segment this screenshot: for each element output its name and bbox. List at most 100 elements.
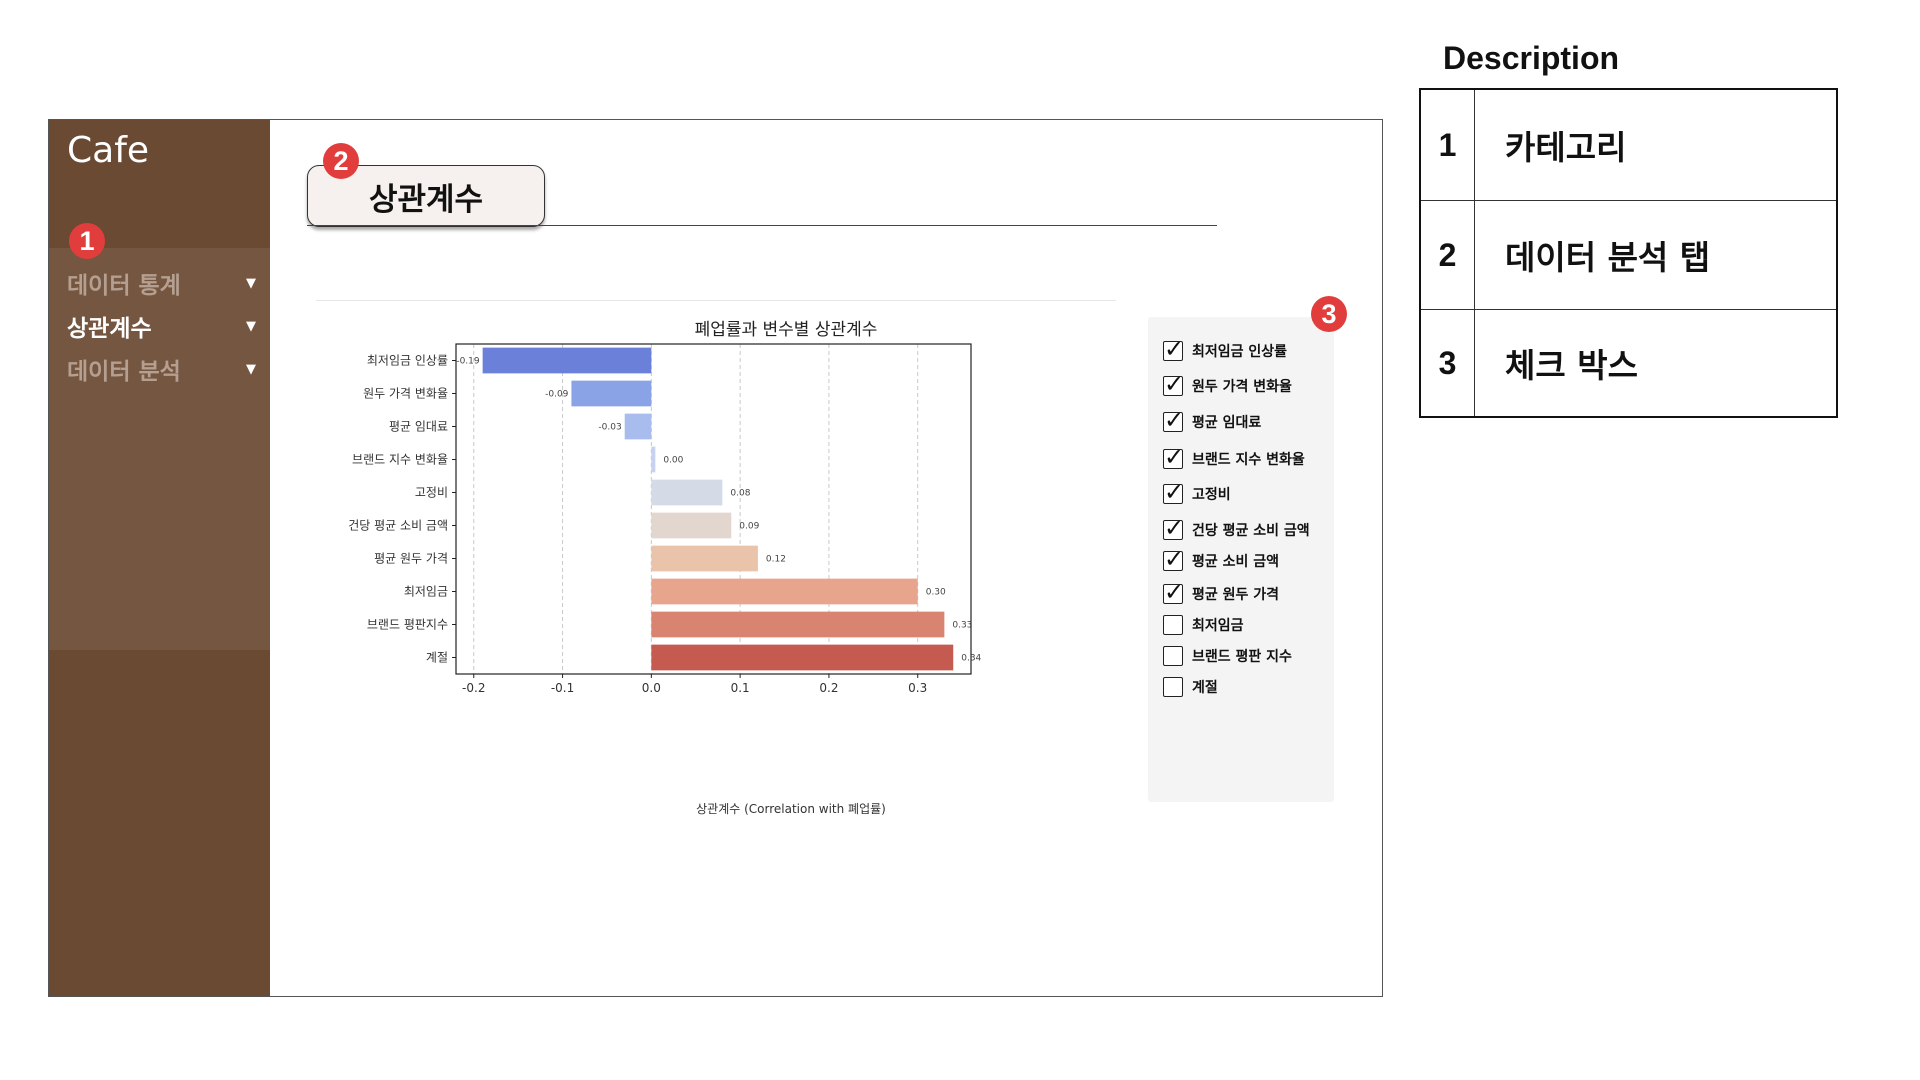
y-tick-label: 원두 가격 변화율 [363,387,448,401]
bar-value-label: -0.19 [456,357,480,367]
chart-bar [571,380,652,407]
checkbox-checked[interactable] [1163,478,1184,506]
checkbox-row[interactable]: 평균 임대료 [1163,406,1262,434]
description-table: 1 카테고리 2 데이터 분석 탭 3 체크 박스 [1419,88,1838,418]
checkbox-checked[interactable] [1163,335,1184,363]
y-tick-label: 계절 [426,651,448,665]
annotation-marker-2: 2 [323,143,359,179]
chart-bar [651,578,918,605]
y-tick-label: 건당 평균 소비 금액 [348,519,448,533]
checkbox-unchecked[interactable] [1163,646,1183,666]
checkbox-row[interactable]: 건당 평균 소비 금액 [1163,514,1310,542]
description-number: 1 [1421,90,1475,200]
checkbox-row[interactable]: 브랜드 평판 지수 [1163,644,1292,668]
chart-bar [651,512,732,539]
checkbox-checked[interactable] [1163,406,1184,434]
sidebar-item-correlation[interactable]: 상관계수 ▼ [67,308,262,344]
sidebar-item-data-analysis[interactable]: 데이터 분석 ▼ [67,351,262,387]
checkbox-row[interactable]: 계절 [1163,675,1218,699]
x-tick-label: 0.2 [819,681,838,695]
sidebar-item-label: 데이터 통계 [67,273,181,299]
checkbox-checked[interactable] [1163,443,1184,471]
chart-title: 폐업률과 변수별 상관계수 [695,320,878,340]
bar-value-label: 0.33 [952,621,972,631]
divider [316,300,1116,301]
checkbox-label: 계절 [1192,680,1218,696]
bar-value-label: 0.30 [926,588,946,598]
description-title: Description [1443,40,1620,76]
main-content: 상관계수 2 폐업률과 변수별 상관계수 -0.19 -0.09 -0.03 0.00… [270,120,1382,996]
chart-bar [624,413,652,440]
chart-bars: -0.19-0.09-0.030.000.080.090.120.300.330… [456,347,982,671]
x-tick-label: -0.2 [462,681,485,695]
checkbox-label: 평균 원두 가격 [1192,587,1280,603]
checkbox-checked[interactable] [1163,370,1184,398]
tab-underline [307,225,1217,226]
chart-bar [651,611,945,638]
checkbox-unchecked[interactable] [1163,615,1183,635]
correlation-bar-chart: 폐업률과 변수별 상관계수 -0.19 -0.09 -0.03 0.00 0.08 0.0… [348,320,982,816]
checkbox-label: 고정비 [1192,487,1231,503]
variable-checkbox-panel: 최저임금 인상률원두 가격 변화율평균 임대료브랜드 지수 변화율고정비건당 평… [1148,317,1334,802]
bar-value-label: 0.12 [766,555,786,565]
y-tick-label: 최저임금 인상률 [367,354,448,368]
checkbox-label: 브랜드 평판 지수 [1192,649,1292,665]
description-text: 데이터 분석 탭 [1505,238,1711,277]
description-text: 카테고리 [1505,128,1627,167]
x-tick-label: 0.3 [908,681,927,695]
checkbox-row[interactable]: 브랜드 지수 변화율 [1163,443,1305,471]
checkbox-label: 평균 소비 금액 [1192,554,1280,570]
y-tick-label: 브랜드 평판지수 [367,618,448,632]
bar-value-label: -0.09 [545,390,569,400]
checkbox-unchecked[interactable] [1163,677,1183,697]
x-tick-label: 0.0 [642,681,661,695]
y-tick-label: 고정비 [415,486,448,500]
annotation-marker-3: 3 [1311,296,1347,332]
bar-value-label: -0.03 [598,423,621,433]
bar-value-label: 0.00 [663,456,683,466]
description-row: 2 데이터 분석 탭 [1421,201,1836,310]
y-tick-label: 평균 원두 가격 [374,552,448,566]
checkbox-label: 원두 가격 변화율 [1192,379,1292,395]
checkbox-row[interactable]: 평균 소비 금액 [1163,545,1280,573]
sidebar-item-data-stats[interactable]: 데이터 통계 ▼ [67,265,262,301]
sidebar-item-label: 데이터 분석 [67,359,181,385]
x-tick-label: -0.1 [551,681,574,695]
chevron-down-icon: ▼ [246,361,256,377]
checkbox-label: 최저임금 인상률 [1192,344,1288,360]
chevron-down-icon: ▼ [246,275,256,291]
description-row: 1 카테고리 [1421,90,1836,201]
chevron-down-icon: ▼ [246,318,256,334]
x-tick-label: 0.1 [731,681,750,695]
sidebar: Cafe 데이터 통계 ▼ 상관계수 ▼ 데이터 분석 ▼ 1 [49,120,280,996]
checkbox-row[interactable]: 고정비 [1163,478,1231,506]
checkbox-label: 평균 임대료 [1192,415,1262,431]
chart-bar [651,644,954,671]
checkbox-label: 최저임금 [1192,618,1244,634]
checkbox-checked[interactable] [1163,545,1184,573]
description-number: 2 [1421,201,1475,309]
bar-value-label: 0.08 [730,489,750,499]
checkbox-row[interactable]: 최저임금 인상률 [1163,335,1288,363]
description-text: 체크 박스 [1505,346,1638,385]
description-row: 3 체크 박스 [1421,310,1836,416]
checkbox-label: 브랜드 지수 변화율 [1192,452,1305,468]
bar-value-label: 0.09 [739,522,759,532]
sidebar-item-label: 상관계수 [67,316,152,342]
x-axis-label: 상관계수 (Correlation with 폐업률) [696,802,886,816]
checkbox-label: 건당 평균 소비 금액 [1192,523,1310,539]
y-tick-label: 평균 임대료 [389,420,448,434]
checkbox-checked[interactable] [1163,514,1184,542]
checkbox-row[interactable]: 평균 원두 가격 [1163,578,1280,606]
checkbox-checked[interactable] [1163,578,1184,606]
chart-bar [651,545,758,572]
chart-bar [651,479,723,506]
checkbox-row[interactable]: 원두 가격 변화율 [1163,370,1292,398]
chart-bar [651,446,656,473]
annotation-marker-1: 1 [69,223,105,259]
chart-bar [482,347,652,374]
tab-label: 상관계수 [368,181,484,218]
checkbox-row[interactable]: 최저임금 [1163,613,1244,637]
y-tick-label: 최저임금 [404,585,448,599]
brand-logo: Cafe [67,130,150,171]
